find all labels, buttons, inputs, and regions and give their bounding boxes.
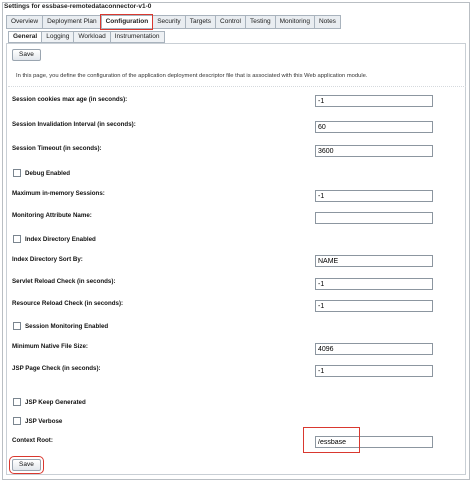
subtab-workload[interactable]: Workload <box>73 31 110 43</box>
jsp-page-check-input[interactable] <box>315 365 433 377</box>
max-in-memory-sessions-label: Maximum in-memory Sessions: <box>12 190 105 197</box>
jsp-keep-generated-label: JSP Keep Generated <box>25 399 86 406</box>
session-invalidation-interval-input[interactable] <box>315 121 433 133</box>
tab-security[interactable]: Security <box>152 15 185 29</box>
index-directory-sort-by-label: Index Directory Sort By: <box>12 256 83 263</box>
session-monitoring-enabled-checkbox[interactable] <box>13 322 21 330</box>
tab-notes[interactable]: Notes <box>313 15 341 29</box>
debug-enabled-checkbox[interactable] <box>13 169 21 177</box>
intro-text: In this page, you define the configurati… <box>16 73 368 79</box>
jsp-page-check-label: JSP Page Check (in seconds): <box>12 365 101 372</box>
context-root-label: Context Root: <box>12 437 53 444</box>
context-root-highlight <box>303 427 360 453</box>
index-directory-enabled-checkbox[interactable] <box>13 235 21 243</box>
monitoring-attribute-name-label: Monitoring Attribute Name: <box>12 212 92 219</box>
subtab-general[interactable]: General <box>8 31 42 43</box>
jsp-verbose-label: JSP Verbose <box>25 418 63 425</box>
tab-configuration[interactable]: Configuration <box>99 14 154 30</box>
servlet-reload-check-input[interactable] <box>315 278 433 290</box>
save-button-top[interactable]: Save <box>12 49 41 61</box>
divider <box>8 86 466 87</box>
min-native-file-size-input[interactable] <box>315 343 433 355</box>
tab-deployment-plan[interactable]: Deployment Plan <box>42 15 101 29</box>
jsp-keep-generated-checkbox[interactable] <box>13 398 21 406</box>
debug-enabled-label: Debug Enabled <box>25 170 71 177</box>
resource-reload-check-label: Resource Reload Check (in seconds): <box>12 300 124 307</box>
tab-monitoring[interactable]: Monitoring <box>274 15 314 29</box>
session-cookies-max-age-label: Session cookies max age (in seconds): <box>12 96 128 103</box>
resource-reload-check-input[interactable] <box>315 300 433 312</box>
session-invalidation-interval-label: Session Invalidation Interval (in second… <box>12 121 136 128</box>
main-tab-bar: Overview Deployment Plan Configuration S… <box>6 14 341 30</box>
max-in-memory-sessions-input[interactable] <box>315 190 433 202</box>
index-directory-enabled-label: Index Directory Enabled <box>25 236 96 243</box>
page-title: Settings for essbase-remotedataconnector… <box>4 3 152 10</box>
session-timeout-input[interactable] <box>315 145 433 157</box>
monitoring-attribute-name-input[interactable] <box>315 212 433 224</box>
min-native-file-size-label: Minimum Native File Size: <box>12 343 88 350</box>
session-timeout-label: Session Timeout (in seconds): <box>12 145 102 152</box>
index-directory-sort-by-input[interactable] <box>315 255 433 267</box>
tab-testing[interactable]: Testing <box>244 15 275 29</box>
session-monitoring-enabled-label: Session Monitoring Enabled <box>25 323 109 330</box>
tab-overview[interactable]: Overview <box>6 15 43 29</box>
tab-targets[interactable]: Targets <box>184 15 216 29</box>
sub-tab-bar: General Logging Workload Instrumentation <box>8 31 165 43</box>
jsp-verbose-checkbox[interactable] <box>13 417 21 425</box>
subtab-logging[interactable]: Logging <box>41 31 74 43</box>
servlet-reload-check-label: Servlet Reload Check (in seconds): <box>12 278 116 285</box>
save-button-bottom[interactable]: Save <box>9 456 44 474</box>
subtab-instrumentation[interactable]: Instrumentation <box>109 31 165 43</box>
tab-control[interactable]: Control <box>215 15 245 29</box>
session-cookies-max-age-input[interactable] <box>315 95 433 107</box>
